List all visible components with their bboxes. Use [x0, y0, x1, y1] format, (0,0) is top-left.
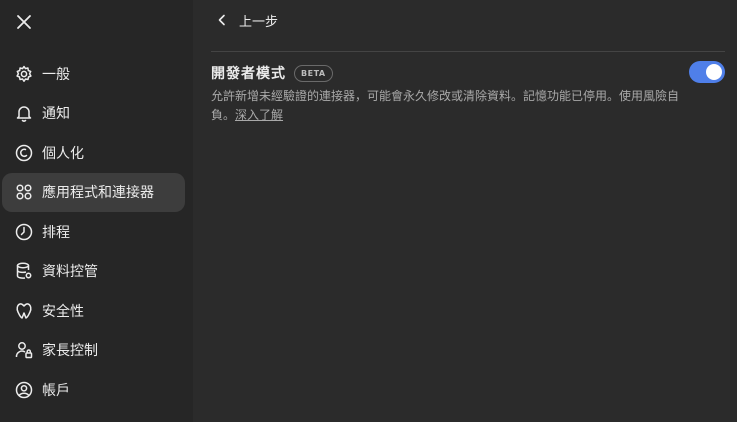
- back-button[interactable]: 上一步: [215, 9, 278, 31]
- sidebar-item-account[interactable]: 帳戶: [2, 370, 185, 410]
- chevron-left-icon: [218, 14, 225, 26]
- sidebar-item-apps-connectors[interactable]: 應用程式和連接器: [2, 172, 185, 212]
- account-icon: [14, 380, 34, 400]
- setting-title: 開發者模式: [211, 66, 286, 82]
- close-button[interactable]: [12, 10, 36, 34]
- main-panel: 上一步 開發者模式 BETA 允許新增未經驗證的連接器，可能會永久修改或清除資料…: [193, 0, 737, 422]
- sidebar-item-label: 家長控制: [42, 343, 98, 360]
- setting-description: 允許新增未經驗證的連接器，可能會永久修改或清除資料。記憶功能已停用。使用風險自負…: [211, 87, 681, 125]
- sidebar-item-general[interactable]: 一般: [2, 54, 185, 94]
- sidebar-item-label: 資料控管: [42, 264, 98, 281]
- database-icon: [14, 261, 34, 281]
- sidebar-item-personalization[interactable]: 個人化: [2, 133, 185, 173]
- sidebar-item-label: 排程: [42, 224, 70, 241]
- sidebar-item-label: 通知: [42, 106, 70, 123]
- back-label: 上一步: [239, 14, 279, 30]
- toggle-knob: [706, 64, 722, 80]
- divider: [211, 51, 725, 52]
- shield-icon: [14, 301, 34, 321]
- sidebar-item-schedule[interactable]: 排程: [2, 212, 185, 252]
- developer-mode-toggle[interactable]: [689, 61, 725, 83]
- sidebar-item-label: 帳戶: [42, 382, 70, 399]
- sidebar-item-notifications[interactable]: 通知: [2, 94, 185, 134]
- sidebar-item-label: 個人化: [42, 145, 84, 162]
- sidebar-item-label: 安全性: [42, 303, 84, 320]
- learn-more-link[interactable]: 深入了解: [235, 108, 283, 122]
- apps-grid-icon: [14, 182, 34, 202]
- gear-icon: [14, 64, 34, 84]
- personalization-icon: [14, 143, 34, 163]
- developer-mode-header: 開發者模式 BETA: [211, 63, 333, 83]
- beta-badge: BETA: [294, 64, 333, 82]
- sidebar-nav: 一般 通知 個人化 應用程式和連接器 排程 資料控管 安全性 家長控制 帳戶: [2, 54, 185, 410]
- clock-icon: [14, 222, 34, 242]
- sidebar-item-data-controls[interactable]: 資料控管: [2, 252, 185, 292]
- bell-icon: [14, 103, 34, 123]
- close-icon: [17, 15, 31, 29]
- sidebar-item-label: 一般: [42, 66, 70, 83]
- sidebar: 一般 通知 個人化 應用程式和連接器 排程 資料控管 安全性 家長控制 帳戶: [0, 0, 193, 422]
- sidebar-item-label: 應用程式和連接器: [42, 185, 154, 202]
- sidebar-item-security[interactable]: 安全性: [2, 291, 185, 331]
- parent-lock-icon: [14, 340, 34, 360]
- sidebar-item-parental-controls[interactable]: 家長控制: [2, 331, 185, 371]
